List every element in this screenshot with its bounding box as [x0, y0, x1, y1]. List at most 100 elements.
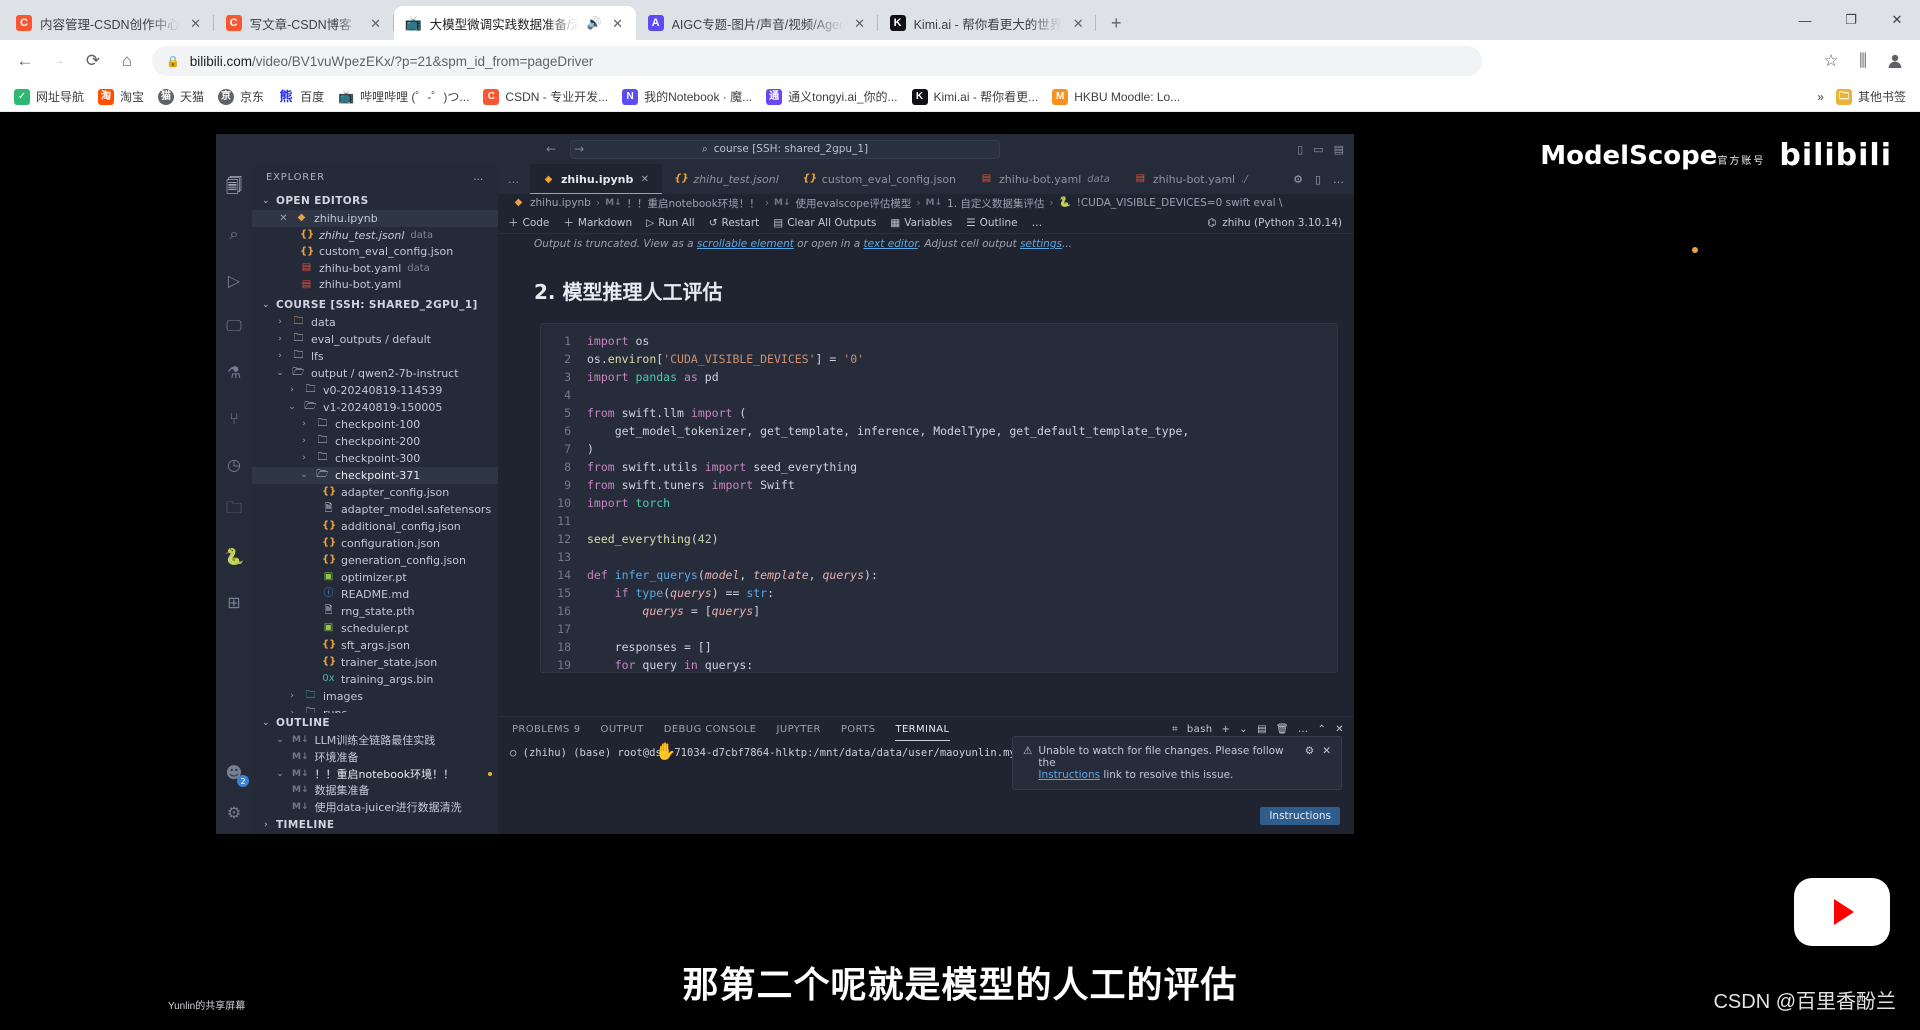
- bookmark-item-1[interactable]: 淘 淘宝: [92, 85, 150, 108]
- bookmark-item-6[interactable]: C CSDN - 专业开发...: [477, 85, 614, 108]
- tab-jupyter[interactable]: JUPYTER: [777, 724, 821, 735]
- tree-item-runs[interactable]: › 🗀 runs: [252, 705, 498, 713]
- new-tab-button[interactable]: +: [1102, 9, 1130, 37]
- vscode-forward-icon[interactable]: →: [574, 142, 584, 156]
- chevron-down-icon[interactable]: ⌄: [274, 769, 286, 779]
- chevron-down-icon[interactable]: ⌄: [274, 735, 286, 745]
- bookmarks-overflow-chevron[interactable]: »: [1817, 90, 1824, 104]
- layout-split-icon[interactable]: ▤: [1334, 143, 1344, 156]
- outline-item[interactable]: ⌄ M↓ ！！重启notebook环境！！: [252, 765, 498, 782]
- video-player[interactable]: ← → ⌕ course [SSH: shared_2gpu_1] ▯ ▭ ▤: [0, 112, 1920, 1030]
- chevron-right-icon[interactable]: ›: [286, 691, 298, 701]
- gear-icon[interactable]: ⚙: [222, 800, 246, 824]
- editor-tab-zhihu-test-jsonl[interactable]: {} zhihu_test.jsonl: [662, 164, 790, 194]
- tree-item-file[interactable]: ⓘ README.md: [252, 586, 498, 603]
- bookmark-star-icon[interactable]: ☆: [1816, 46, 1846, 76]
- bookmark-item-7[interactable]: N 我的Notebook · 魔...: [616, 85, 758, 108]
- extensions-icon[interactable]: ⊞: [222, 590, 246, 614]
- outline-item[interactable]: ⌄ M↓ LLM训练全链路最佳实践: [252, 732, 498, 749]
- bookmark-item-2[interactable]: 猫 天猫: [152, 85, 210, 108]
- bookmark-item-0[interactable]: ✓ 网址导航: [8, 85, 90, 108]
- restart-button[interactable]: ↺ Restart: [709, 217, 760, 229]
- tree-item-file[interactable]: ▣ optimizer.pt: [252, 569, 498, 586]
- layout-icon[interactable]: ▯: [1315, 173, 1321, 186]
- more-icon[interactable]: …: [1333, 173, 1344, 186]
- browser-tab-0[interactable]: C 内容管理-CSDN创作中心 ✕: [4, 6, 214, 40]
- instructions-link[interactable]: Instructions: [1038, 769, 1100, 781]
- tab-audio-icon[interactable]: 🔊: [587, 16, 602, 30]
- testing-flask-icon[interactable]: ⚗: [222, 360, 246, 384]
- editor-tab-zhihu-ipynb[interactable]: ◆ zhihu.ipynb ✕: [530, 164, 663, 194]
- more-actions-button[interactable]: …: [1032, 217, 1043, 229]
- tab-terminal[interactable]: TERMINAL: [895, 724, 950, 741]
- browser-tab-4[interactable]: K Kimi.ai - 帮你看更大的世界 ✕: [878, 6, 1097, 40]
- tree-item-images[interactable]: › 🗀 images: [252, 688, 498, 705]
- tree-item-file[interactable]: {} configuration.json: [252, 535, 498, 552]
- layout-sidebar-icon[interactable]: ▯: [1297, 143, 1303, 156]
- editor-tab-zhihu-bot-yaml[interactable]: ▤ zhihu-bot.yaml ./: [1122, 164, 1260, 194]
- open-editor-item[interactable]: ✕ ◆ zhihu.ipynb: [252, 210, 498, 227]
- open-editor-item[interactable]: ▤ zhihu-bot.yaml data: [252, 260, 498, 277]
- gear-icon[interactable]: ⚙: [1293, 173, 1303, 186]
- explorer-more-icon[interactable]: …: [473, 172, 484, 183]
- python-icon[interactable]: 🐍: [222, 544, 246, 568]
- tab-close-icon[interactable]: ✕: [368, 17, 384, 30]
- tree-item-file[interactable]: 0x training_args.bin: [252, 671, 498, 688]
- maximize-button[interactable]: ❐: [1828, 0, 1874, 40]
- split-terminal-icon[interactable]: ▤: [1257, 724, 1267, 735]
- tab-ports[interactable]: PORTS: [841, 724, 876, 735]
- browser-tab-3[interactable]: A AIGC专题-图片/声音/视频/Agent ✕: [636, 6, 878, 40]
- quick-open-bar[interactable]: ⌕ course [SSH: shared_2gpu_1]: [570, 139, 1000, 159]
- notification-toast[interactable]: ⚠ Unable to watch for file changes. Plea…: [1012, 736, 1342, 790]
- code-cell[interactable]: ▷⌄ 1import os 2os.environ['CUDA_VISIBLE_…: [540, 323, 1338, 673]
- trash-icon[interactable]: 🗑: [1276, 724, 1289, 735]
- timeline-section[interactable]: › TIMELINE: [252, 815, 498, 834]
- layout-panel-icon[interactable]: ▭: [1313, 143, 1323, 156]
- clear-all-outputs-button[interactable]: ▤ Clear All Outputs: [773, 217, 876, 229]
- vscode-back-icon[interactable]: ←: [546, 142, 556, 156]
- outline-item[interactable]: M↓ 环境准备: [252, 749, 498, 766]
- chevron-right-icon[interactable]: ›: [274, 334, 286, 344]
- workspace-section[interactable]: ⌄ COURSE [SSH: SHARED_2GPU_1]: [252, 295, 498, 314]
- youtube-play-badge[interactable]: [1794, 878, 1890, 946]
- tab-problems[interactable]: PROBLEMS 9: [512, 724, 581, 735]
- open-editor-item[interactable]: {} zhihu_test.jsonl data: [252, 227, 498, 244]
- tree-item-data[interactable]: › 🗀 data: [252, 314, 498, 331]
- close-icon[interactable]: ✕: [1322, 745, 1331, 757]
- file-browser-icon[interactable]: 🗀: [222, 498, 246, 522]
- outline-item[interactable]: M↓ 数据集准备: [252, 782, 498, 799]
- tree-item-checkpoint-300[interactable]: › 🗀 checkpoint-300: [252, 450, 498, 467]
- bookmark-item-4[interactable]: 熊 百度: [272, 85, 330, 108]
- tree-item-file[interactable]: ▣ scheduler.pt: [252, 620, 498, 637]
- tab-debug-console[interactable]: DEBUG CONSOLE: [664, 724, 757, 735]
- outline-item[interactable]: M↓ 使用data-juicer进行数据清洗: [252, 799, 498, 816]
- close-window-button[interactable]: ✕: [1874, 0, 1920, 40]
- bookmark-item-3[interactable]: 京 京东: [212, 85, 270, 108]
- chevron-down-icon[interactable]: ⌄: [286, 402, 298, 412]
- chevron-right-icon[interactable]: ›: [298, 453, 310, 463]
- explorer-icon[interactable]: 🗐: [222, 176, 246, 200]
- tree-item-checkpoint-100[interactable]: › 🗀 checkpoint-100: [252, 416, 498, 433]
- add-code-cell-button[interactable]: ＋ Code: [508, 215, 549, 230]
- editor-tab-zhihu-bot-yaml-data[interactable]: ▤ zhihu-bot.yaml data: [968, 164, 1122, 194]
- chevron-right-icon[interactable]: ›: [298, 436, 310, 446]
- tab-close-icon[interactable]: ✕: [1070, 17, 1086, 30]
- chevron-right-icon[interactable]: ›: [274, 351, 286, 361]
- variables-button[interactable]: ▦ Variables: [890, 217, 952, 229]
- back-button[interactable]: ←: [10, 46, 40, 76]
- accounts-icon[interactable]: ☻ 2: [222, 760, 249, 787]
- add-markdown-cell-button[interactable]: ＋ Markdown: [563, 215, 632, 230]
- outline-section[interactable]: ⌄ OUTLINE: [252, 713, 498, 732]
- bookmark-item-9[interactable]: K Kimi.ai - 帮你看更...: [906, 85, 1045, 108]
- bookmark-item-10[interactable]: M HKBU Moodle: Lo...: [1046, 86, 1186, 108]
- breadcrumb-item-0[interactable]: zhihu.ipynb: [530, 197, 591, 209]
- editor-tab-custom-eval-config[interactable]: {} custom_eval_config.json: [791, 164, 968, 194]
- tree-item-file[interactable]: {} generation_config.json: [252, 552, 498, 569]
- tree-item-v0[interactable]: › 🗀 v0-20240819-114539: [252, 382, 498, 399]
- maximize-panel-icon[interactable]: ⌃: [1317, 724, 1326, 735]
- profile-avatar[interactable]: [1880, 46, 1910, 76]
- tab-output[interactable]: OUTPUT: [601, 724, 644, 735]
- remote-explorer-icon[interactable]: 🖵: [222, 314, 246, 338]
- tree-item-checkpoint-200[interactable]: › 🗀 checkpoint-200: [252, 433, 498, 450]
- minimize-button[interactable]: —: [1782, 0, 1828, 40]
